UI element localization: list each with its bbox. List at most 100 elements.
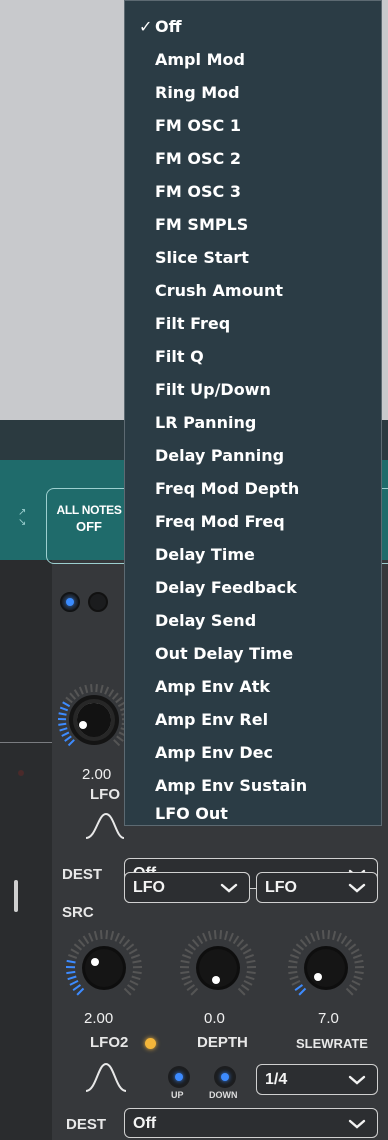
knob-tick (224, 930, 229, 941)
knob-tick (73, 689, 80, 697)
knob-tick (128, 948, 138, 955)
knob-tick (58, 712, 67, 716)
knob-tick (243, 979, 253, 986)
knob-tick (246, 970, 256, 975)
menu-item-fm-smpls[interactable]: FM SMPLS (125, 209, 381, 241)
menu-item-label: Freq Mod Depth (155, 479, 300, 498)
knob-tick (184, 948, 194, 955)
depth-knob[interactable] (176, 926, 260, 1010)
knob-tick (239, 943, 249, 951)
chevron-down-icon (220, 883, 238, 893)
menu-item-crush-amount[interactable]: Crush Amount (125, 275, 381, 307)
menu-item-delay-send[interactable]: Delay Send (125, 605, 381, 637)
menu-item-filt-freq[interactable]: Filt Freq (125, 308, 381, 340)
menu-item-amp-env-atk[interactable]: Amp Env Atk (125, 671, 381, 703)
knob-tick (298, 987, 307, 996)
src2-select[interactable]: LFO (256, 872, 378, 903)
menu-item-label: Slice Start (155, 248, 249, 267)
knob-tick (348, 984, 358, 991)
lfo1-rate-knob[interactable] (54, 680, 134, 760)
up-button[interactable] (168, 1066, 190, 1088)
knob-tick (181, 975, 191, 981)
scroll-handle[interactable] (14, 880, 18, 912)
knob-tick (187, 943, 197, 951)
knob-tick (219, 930, 223, 940)
menu-item-delay-time[interactable]: Delay Time (125, 539, 381, 571)
checkmark-icon: ✓ (139, 17, 153, 36)
dest2-select[interactable]: Off (124, 1108, 378, 1138)
menu-item-amp-env-rel[interactable]: Amp Env Rel (125, 704, 381, 736)
menu-item-lr-panning[interactable]: LR Panning (125, 407, 381, 439)
menu-item-label: Amp Env Dec (155, 743, 274, 762)
next-button-edge[interactable] (382, 488, 388, 564)
knob-tick (76, 987, 85, 996)
slewrate-indicator (314, 973, 322, 981)
menu-item-fm-osc-3[interactable]: FM OSC 3 (125, 176, 381, 208)
knob-tick (64, 735, 72, 742)
knob-tick (183, 979, 193, 986)
lfo1-mode-led[interactable] (88, 592, 108, 612)
menu-item-delay-panning[interactable]: Delay Panning (125, 440, 381, 472)
menu-item-slice-start[interactable]: Slice Start (125, 242, 381, 274)
chevron-down-icon (348, 883, 366, 893)
lfo2-rate-knob[interactable] (62, 926, 146, 1010)
menu-item-fm-osc-2[interactable]: FM OSC 2 (125, 143, 381, 175)
knob-tick (344, 939, 353, 948)
knob-tick (340, 935, 348, 945)
knob-tick (132, 970, 142, 975)
division-select[interactable]: 1/4 (256, 1064, 378, 1095)
knob-tick (291, 979, 301, 986)
knob-tick (113, 739, 121, 747)
menu-item-filt-up-down[interactable]: Filt Up/Down (125, 374, 381, 406)
menu-item-label: Amp Env Sustain (155, 776, 308, 795)
up-label: UP (171, 1090, 184, 1100)
lfo2-wave-shape-icon[interactable] (84, 1060, 128, 1094)
src1-select[interactable]: LFO (124, 872, 250, 903)
menu-item-out-delay-time[interactable]: Out Delay Time (125, 638, 381, 670)
knob-tick (345, 987, 354, 996)
menu-item-lfo-out[interactable]: LFO Out (125, 803, 381, 827)
knob-tick (352, 953, 363, 959)
menu-item-label: Delay Panning (155, 446, 285, 465)
knob-tick (99, 684, 104, 694)
menu-item-fm-osc-1[interactable]: FM OSC 1 (125, 110, 381, 142)
menu-item-label: Delay Time (155, 545, 255, 564)
down-button[interactable] (214, 1066, 236, 1088)
all-notes-off-button[interactable]: ALL NOTES OFF (46, 488, 132, 564)
slewrate-knob[interactable] (284, 926, 368, 1010)
knob-tick (196, 935, 204, 945)
menu-item-amp-env-dec[interactable]: Amp Env Dec (125, 737, 381, 769)
menu-item-amp-env-sustain[interactable]: Amp Env Sustain (125, 770, 381, 802)
depth-indicator (212, 976, 220, 984)
knob-tick (61, 731, 70, 737)
lfo1-label: LFO (90, 786, 120, 803)
knob-tick (58, 722, 67, 726)
knob-tick (245, 975, 255, 981)
knob-tick (295, 943, 305, 951)
menu-item-ring-mod[interactable]: Ring Mod (125, 77, 381, 109)
destination-dropdown-menu[interactable]: ✓ Off Ampl Mod Ring Mod FM OSC 1 FM OSC … (124, 0, 382, 826)
menu-item-off[interactable]: ✓ Off (125, 11, 381, 43)
lfo1-wave-shape-icon[interactable] (84, 810, 124, 842)
menu-item-label: FM OSC 2 (155, 149, 241, 168)
knob-tick (59, 706, 69, 712)
menu-item-label: FM OSC 3 (155, 182, 241, 201)
left-panel (0, 560, 52, 1140)
menu-item-label: FM SMPLS (155, 215, 249, 234)
knob-tick (353, 975, 363, 981)
menu-item-filt-q[interactable]: Filt Q (125, 341, 381, 373)
menu-item-label: Freq Mod Freq (155, 512, 285, 531)
menu-item-freq-mod-freq[interactable]: Freq Mod Freq (125, 506, 381, 538)
knob-tick (110, 930, 115, 941)
expand-arrows-icon[interactable]: ↗ ↘ (18, 508, 26, 528)
lfo1-mode-led-blue[interactable] (60, 592, 80, 612)
menu-item-label: LFO Out (155, 804, 228, 823)
menu-item-ampl-mod[interactable]: Ampl Mod (125, 44, 381, 76)
menu-item-freq-mod-depth[interactable]: Freq Mod Depth (125, 473, 381, 505)
knob-tick (67, 953, 78, 959)
knob-tick (354, 970, 364, 975)
menu-item-label: Ring Mod (155, 83, 240, 102)
knob-tick (125, 943, 135, 951)
menu-item-delay-feedback[interactable]: Delay Feedback (125, 572, 381, 604)
knob-tick (66, 970, 76, 975)
